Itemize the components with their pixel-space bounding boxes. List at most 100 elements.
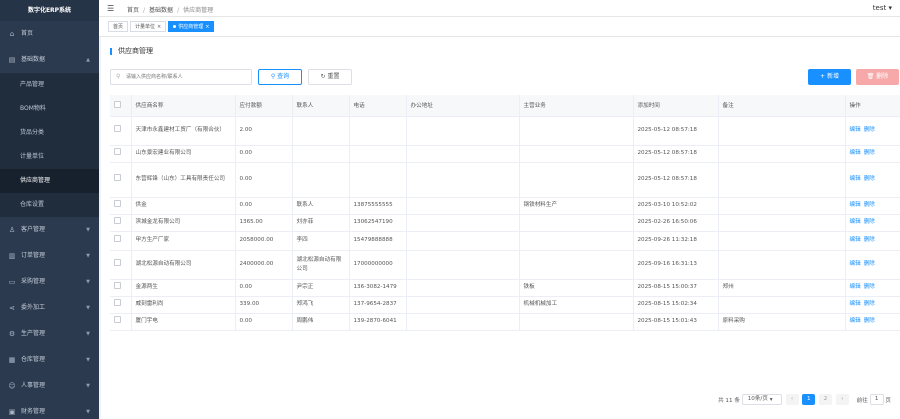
sidebar-subitem-5[interactable]: 仓库设置 xyxy=(0,193,99,217)
sidebar-item-2[interactable]: ♙ 客户管理 ▼ xyxy=(0,217,99,243)
table-row[interactable]: 东营辉锋（山东）工具有限责任公司 0.00 2025-05-12 08:57:18 编… xyxy=(110,162,900,198)
breadcrumb-item-basic[interactable]: 基础数据 xyxy=(149,7,173,14)
sidebar-subitem-2[interactable]: 货品分类 xyxy=(0,121,99,145)
row-checkbox[interactable] xyxy=(114,282,121,289)
cell-time: 2025-09-16 16:31:13 xyxy=(633,250,719,280)
user-menu[interactable]: test ▾ xyxy=(873,4,892,12)
next-page-button[interactable]: › xyxy=(835,394,849,405)
table-row[interactable]: 甲方生产厂家 2058000.00 李四 15479888888 2025-09-26 … xyxy=(110,231,900,251)
table-row[interactable]: 山东景宏建业有限公司 0.00 2025-05-12 08:57:18 编辑 删除 xyxy=(110,145,900,163)
cell-ops: 编辑 删除 xyxy=(845,197,900,215)
breadcrumb: 首页 / 基础数据 / 供应商管理 xyxy=(127,7,214,14)
edit-link[interactable]: 编辑 xyxy=(850,202,861,208)
prev-page-button[interactable]: ‹ xyxy=(785,394,799,405)
search-box[interactable]: ⚲ xyxy=(110,69,252,85)
cell-amount: 1365.00 xyxy=(235,214,293,232)
row-select-cell[interactable] xyxy=(110,214,132,232)
edit-link[interactable]: 编辑 xyxy=(850,261,861,267)
delete-link[interactable]: 删除 xyxy=(864,301,875,307)
edit-link[interactable]: 编辑 xyxy=(850,150,861,156)
edit-link[interactable]: 编辑 xyxy=(850,284,861,290)
row-select-cell[interactable] xyxy=(110,313,132,331)
delete-link[interactable]: 删除 xyxy=(864,237,875,243)
sidebar-item-6[interactable]: ⚙ 生产管理 ▼ xyxy=(0,321,99,347)
page-button-2[interactable]: 2 xyxy=(819,394,833,405)
delete-link[interactable]: 删除 xyxy=(864,318,875,324)
row-checkbox[interactable] xyxy=(114,259,121,266)
row-select-cell[interactable] xyxy=(110,162,132,198)
sidebar-subitem-4[interactable]: 供应商管理 xyxy=(0,169,99,193)
row-checkbox[interactable] xyxy=(114,299,121,306)
delete-link[interactable]: 删除 xyxy=(864,284,875,290)
sidebar-item-3[interactable]: ▥ 订单管理 ▼ xyxy=(0,243,99,269)
select-all-checkbox[interactable] xyxy=(114,100,121,108)
row-select-cell[interactable] xyxy=(110,231,132,251)
cell-business xyxy=(519,145,634,163)
row-select-cell[interactable] xyxy=(110,116,132,146)
edit-link[interactable]: 编辑 xyxy=(850,301,861,307)
row-select-cell[interactable] xyxy=(110,250,132,280)
page-size-select[interactable]: 10条/页 ▾ xyxy=(741,394,782,405)
search-input[interactable] xyxy=(126,72,248,82)
sidebar-item-0[interactable]: ⌂ 首页 xyxy=(0,21,99,47)
col-header-amount: 应付款额 xyxy=(235,95,293,117)
row-checkbox[interactable] xyxy=(114,200,121,207)
query-button[interactable]: ⚲ 查询 xyxy=(258,69,302,85)
breadcrumb-item-home[interactable]: 首页 xyxy=(127,7,139,14)
table-row[interactable]: 金源两生 0.00 尹宗正 136-3082-1479 铁板 2025-08-15 15:… xyxy=(110,279,900,297)
row-checkbox[interactable] xyxy=(114,217,121,224)
sidebar-subitem-0[interactable]: 产品管理 xyxy=(0,73,99,97)
delete-link[interactable]: 删除 xyxy=(864,176,875,182)
sidebar-item-9[interactable]: ▣ 财务管理 ▼ xyxy=(0,399,99,419)
plus-icon: + xyxy=(820,73,826,80)
row-checkbox[interactable] xyxy=(114,316,121,323)
close-icon[interactable]: × xyxy=(157,24,161,30)
edit-link[interactable]: 编辑 xyxy=(850,219,861,225)
tag-home[interactable]: 首页 xyxy=(108,21,129,32)
goto-page-input[interactable]: 1 xyxy=(869,394,884,405)
row-checkbox[interactable] xyxy=(114,148,121,155)
edit-link[interactable]: 编辑 xyxy=(850,237,861,243)
delete-link[interactable]: 删除 xyxy=(864,150,875,156)
delete-button[interactable]: 🗑 删除 xyxy=(856,69,899,85)
cell-contact: 湖北松源自动有限公司 xyxy=(292,250,350,280)
cart-icon: ▭ xyxy=(8,278,16,286)
table-row[interactable]: 供金 0.00 联系人 13875555555 钢铁材料生产 2025-03-10 10:… xyxy=(110,197,900,215)
sidebar-item-5[interactable]: ⋖ 委外加工 ▼ xyxy=(0,295,99,321)
edit-link[interactable]: 编辑 xyxy=(850,318,861,324)
table-row[interactable]: 天津市永鑫建材工贸厂（有限合伙） 2.00 2025-05-12 08:57:18 编… xyxy=(110,116,900,146)
row-checkbox[interactable] xyxy=(114,125,121,132)
table-row[interactable]: 滨城金龙有限公司 1365.00 刘亦菲 13062547190 2025-02-26 … xyxy=(110,214,900,232)
sidebar-item-4[interactable]: ▭ 采购管理 ▼ xyxy=(0,269,99,295)
table-row[interactable]: 威刻雷利尚 339.00 郑鸿飞 137-9654-2837 机械机械加工 2025-08… xyxy=(110,296,900,314)
tag-unit[interactable]: 计量单位 × xyxy=(130,21,167,32)
table-row[interactable]: 湖北松源自动有限公司 2400000.00 湖北松源自动有限公司 1700000000… xyxy=(110,250,900,280)
sidebar-item-8[interactable]: ☺ 人事管理 ▼ xyxy=(0,373,99,399)
sidebar-subitem-3[interactable]: 计量单位 xyxy=(0,145,99,169)
page-button-1[interactable]: 1 xyxy=(802,394,816,405)
row-select-cell[interactable] xyxy=(110,197,132,215)
cell-contact xyxy=(292,162,350,198)
row-checkbox[interactable] xyxy=(114,174,121,181)
row-select-cell[interactable] xyxy=(110,279,132,297)
new-button[interactable]: + 新增 xyxy=(808,69,851,85)
table-row[interactable]: 厦门宇电 0.00 周鹏伟 139-2870-6041 2025-08-15 15:01… xyxy=(110,313,900,331)
close-icon[interactable]: × xyxy=(205,24,209,30)
delete-link[interactable]: 删除 xyxy=(864,219,875,225)
row-select-cell[interactable] xyxy=(110,296,132,314)
row-checkbox[interactable] xyxy=(114,235,121,242)
tag-supplier[interactable]: 供应商管理 × xyxy=(168,21,215,32)
hamburger-icon[interactable]: ☰ xyxy=(107,4,114,13)
sidebar-item-1[interactable]: ▤ 基础数据 ▲ xyxy=(0,47,99,73)
edit-link[interactable]: 编辑 xyxy=(850,176,861,182)
row-select-cell[interactable] xyxy=(110,145,132,163)
sidebar-item-7[interactable]: ▦ 仓库管理 ▼ xyxy=(0,347,99,373)
delete-link[interactable]: 删除 xyxy=(864,261,875,267)
edit-link[interactable]: 编辑 xyxy=(850,127,861,133)
select-all-cell[interactable] xyxy=(110,95,132,117)
col-header-name: 供应商名称 xyxy=(131,95,236,117)
delete-link[interactable]: 删除 xyxy=(864,202,875,208)
delete-link[interactable]: 删除 xyxy=(864,127,875,133)
sidebar-subitem-1[interactable]: BOM物料 xyxy=(0,97,99,121)
reset-button[interactable]: ↻ 重置 xyxy=(308,69,352,85)
